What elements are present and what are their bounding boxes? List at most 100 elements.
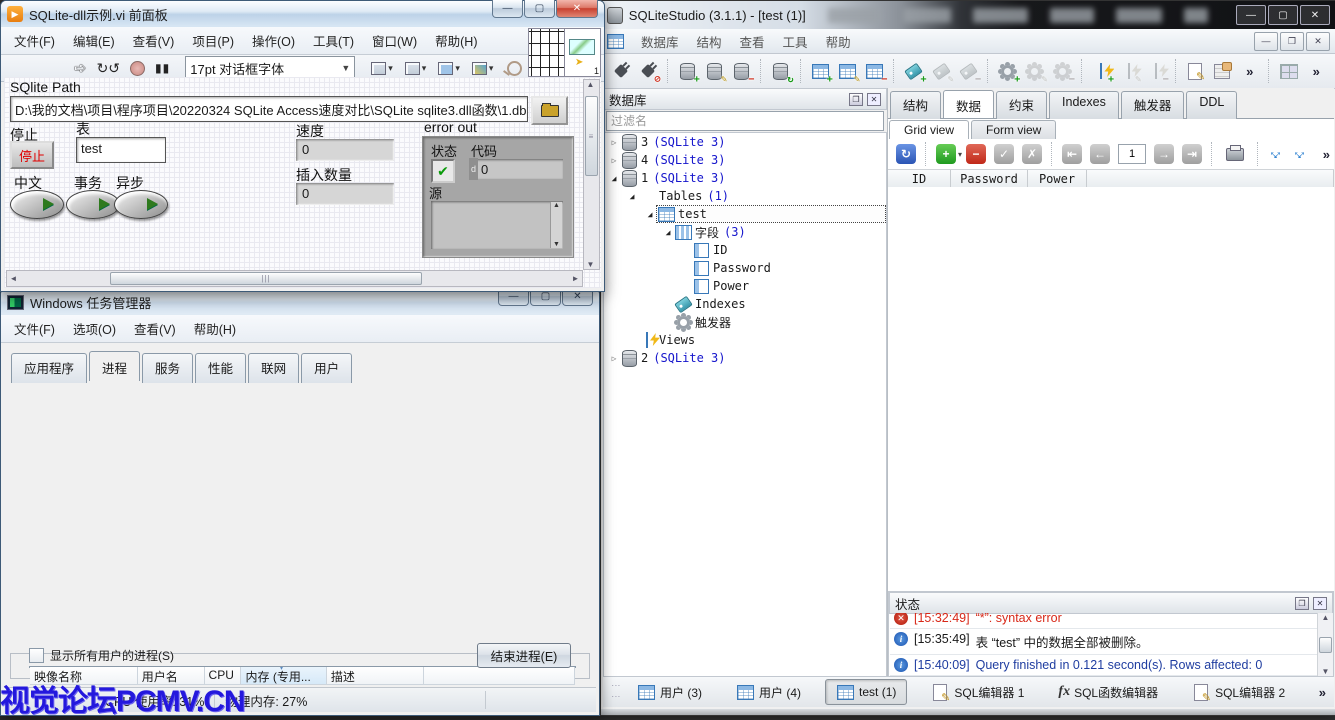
close-button[interactable]: ✕ xyxy=(556,0,598,18)
tree-item-Tables[interactable]: ◢Tables(1) xyxy=(604,187,886,205)
tree-item-Views[interactable]: Views xyxy=(604,331,886,349)
add-view-icon[interactable]: + xyxy=(1090,59,1113,83)
grid-column-header-Password[interactable]: Password xyxy=(951,170,1028,188)
add-row-caret-icon[interactable]: ▾ xyxy=(958,150,962,159)
end-process-button[interactable]: 结束进程(E) xyxy=(477,643,571,668)
remove-database-icon[interactable]: − xyxy=(730,59,753,83)
print-icon[interactable] xyxy=(1226,148,1244,161)
tree-item-test[interactable]: ◢test xyxy=(604,205,886,223)
table-name-input[interactable]: test xyxy=(76,137,166,163)
refresh-grid-icon[interactable]: ↻ xyxy=(896,144,916,164)
tab-触发器[interactable]: 触发器 xyxy=(1121,91,1185,119)
source-scrollbar[interactable]: ▲▼ xyxy=(550,202,562,248)
viewtab-Grid view[interactable]: Grid view xyxy=(889,120,969,139)
menu-结构[interactable]: 结构 xyxy=(688,32,731,54)
taskbar-button-SQL编辑器 2[interactable]: SQL编辑器 2 xyxy=(1182,680,1295,704)
maximize-button[interactable]: ▢ xyxy=(524,0,555,18)
tree-item-2[interactable]: ▷2(SQLite 3) xyxy=(604,349,886,367)
tab-联网[interactable]: 联网 xyxy=(248,353,299,383)
tree-item-Indexes[interactable]: Indexes xyxy=(604,295,886,313)
tab-用户[interactable]: 用户 xyxy=(301,353,352,383)
tree-item-Power[interactable]: Power xyxy=(604,277,886,295)
expanded-arrow-icon[interactable]: ◢ xyxy=(608,174,620,183)
import-icon[interactable] xyxy=(1211,59,1234,83)
status-scrollbar[interactable]: ▲ ▼ xyxy=(1317,613,1333,676)
tree-item-4[interactable]: ▷4(SQLite 3) xyxy=(604,151,886,169)
connect-icon[interactable] xyxy=(609,59,632,83)
mdi-restore-button[interactable]: ❐ xyxy=(1280,32,1304,51)
tree-item-触发器[interactable]: 触发器 xyxy=(604,313,886,331)
menu-文件(F)[interactable]: 文件(F) xyxy=(5,27,64,54)
distribute-dropdown[interactable]: ▾ xyxy=(405,62,427,75)
toolbar-overflow-icon[interactable]: » xyxy=(1238,59,1261,83)
collapsed-arrow-icon[interactable]: ▷ xyxy=(608,156,620,165)
viewtab-Form view[interactable]: Form view xyxy=(971,120,1056,139)
collapsed-arrow-icon[interactable]: ▷ xyxy=(608,138,620,147)
tab-应用程序[interactable]: 应用程序 xyxy=(11,353,87,383)
minimize-button[interactable]: — xyxy=(492,0,523,18)
menu-选项(O)[interactable]: 选项(O) xyxy=(64,315,125,342)
edit-table-icon[interactable]: ✎ xyxy=(836,59,859,83)
menu-查看(V)[interactable]: 查看(V) xyxy=(125,315,185,342)
stop-button[interactable]: 停止 xyxy=(10,141,54,169)
edit-database-icon[interactable]: ✎ xyxy=(703,59,726,83)
tree-item-3[interactable]: ▷3(SQLite 3) xyxy=(604,133,886,151)
tree-item-字段[interactable]: ◢字段(3) xyxy=(604,223,886,241)
mdi-windows-icon[interactable] xyxy=(1277,59,1300,83)
tab-Indexes[interactable]: Indexes xyxy=(1049,91,1119,119)
taskmgr-titlebar[interactable]: Windows 任务管理器 — ▢ ✕ xyxy=(1,289,599,315)
tab-结构[interactable]: 结构 xyxy=(890,91,941,119)
search-icon[interactable] xyxy=(507,61,522,76)
close-button[interactable]: ✕ xyxy=(1300,5,1330,25)
menu-数据库[interactable]: 数据库 xyxy=(632,32,688,54)
tree-item-ID[interactable]: ID xyxy=(604,241,886,259)
menu-帮助(H)[interactable]: 帮助(H) xyxy=(185,315,245,342)
delete-row-icon[interactable]: − xyxy=(966,144,986,164)
mdi-minimize-button[interactable]: — xyxy=(1254,32,1278,51)
column-header-内存 (专用...[interactable]: 内存 (专用... xyxy=(241,667,326,684)
tab-数据[interactable]: 数据 xyxy=(943,90,994,118)
labview-titlebar[interactable]: ▶ SQLite-dll示例.vi 前面板 — ▢ ✕ xyxy=(1,1,604,27)
abort-icon[interactable] xyxy=(130,61,145,76)
grid-column-header-Power[interactable]: Power xyxy=(1028,170,1087,188)
taskbar-button-SQL函数编辑器[interactable]: fxSQL函数编辑器 xyxy=(1048,680,1168,704)
fit-rows-icon[interactable] xyxy=(1292,146,1308,162)
vertical-scrollbar[interactable]: ▲ ≡ ▼ xyxy=(583,79,600,270)
add-table-icon[interactable]: + xyxy=(809,59,832,83)
tree-filter-input[interactable] xyxy=(606,111,884,131)
taskbar-drag-handle[interactable]: ⋮⋮ xyxy=(611,681,621,703)
menu-工具(T)[interactable]: 工具(T) xyxy=(304,27,363,54)
horizontal-scrollbar[interactable]: ◄ ||| ► xyxy=(6,270,583,287)
taskbar-button-test (1)[interactable]: test (1) xyxy=(825,679,907,705)
page-input[interactable] xyxy=(1118,144,1146,164)
toggle-switch-异步[interactable] xyxy=(114,190,168,219)
menu-操作(O)[interactable]: 操作(O) xyxy=(243,27,304,54)
overflow-icon[interactable]: » xyxy=(1323,147,1330,162)
show-all-users-checkbox[interactable] xyxy=(29,648,44,663)
refresh-database-icon[interactable]: ↻ xyxy=(769,59,792,83)
menu-项目(P)[interactable]: 项目(P) xyxy=(183,27,243,54)
menu-查看[interactable]: 查看 xyxy=(731,32,774,54)
add-row-icon[interactable]: + xyxy=(936,144,956,164)
menu-窗口(W)[interactable]: 窗口(W) xyxy=(363,27,426,54)
pause-icon[interactable]: ▮▮ xyxy=(155,61,170,75)
add-index-icon[interactable]: + xyxy=(902,59,925,83)
grid-body[interactable] xyxy=(888,187,1334,593)
menu-查看(V)[interactable]: 查看(V) xyxy=(124,27,184,54)
connector-pane-icon[interactable] xyxy=(529,29,564,76)
tab-约束[interactable]: 约束 xyxy=(996,91,1047,119)
float-panel-icon[interactable]: ❐ xyxy=(1295,597,1309,610)
run-continuous-icon[interactable]: ↻↺ xyxy=(97,60,120,77)
taskbar-overflow-icon[interactable]: » xyxy=(1319,685,1326,700)
tab-进程[interactable]: 进程 xyxy=(89,351,140,381)
menu-帮助[interactable]: 帮助 xyxy=(817,32,860,54)
grid-column-header-ID[interactable]: ID xyxy=(888,170,951,188)
collapsed-arrow-icon[interactable]: ▷ xyxy=(608,354,620,363)
close-panel-icon[interactable]: ✕ xyxy=(1313,597,1327,610)
reorder-dropdown[interactable]: ▾ xyxy=(472,62,494,75)
open-sql-editor-icon[interactable] xyxy=(1184,59,1207,83)
taskbar-button-用户 (4)[interactable]: 用户 (4) xyxy=(726,680,811,704)
taskbar-button-用户 (3)[interactable]: 用户 (3) xyxy=(627,680,712,704)
menu-编辑(E)[interactable]: 编辑(E) xyxy=(64,27,124,54)
menu-帮助(H)[interactable]: 帮助(H) xyxy=(426,27,486,54)
